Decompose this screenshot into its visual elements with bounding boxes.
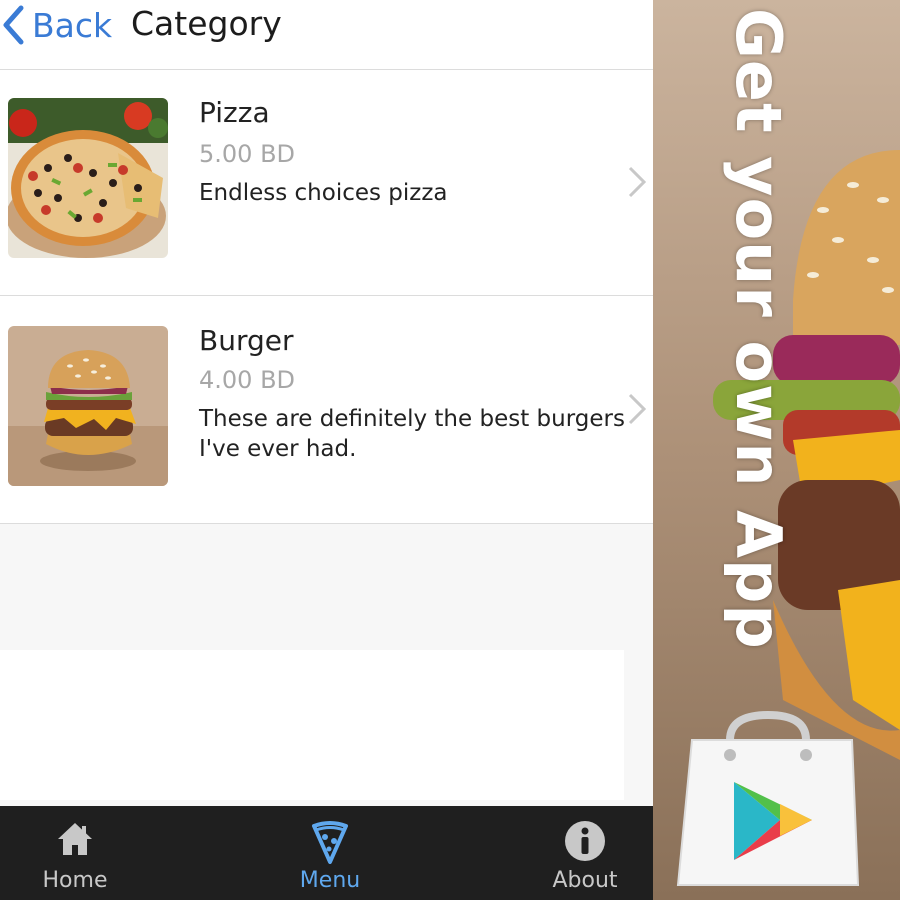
- tab-about[interactable]: About: [525, 806, 645, 900]
- burger-photo: [8, 326, 168, 486]
- tab-home[interactable]: Home: [15, 806, 135, 900]
- list-item-burger[interactable]: Burger 4.00 BD These are definitely the …: [0, 296, 653, 524]
- get-app-banner-text: Get your own App: [722, 8, 795, 650]
- tab-home-label: Home: [42, 868, 108, 893]
- back-button[interactable]: Back: [0, 0, 112, 50]
- app-screen: Back Category Pizza 5.00 BD Endless choi…: [0, 0, 653, 900]
- info-icon: [565, 821, 605, 861]
- pizza-photo: [8, 98, 168, 258]
- list-item-pizza[interactable]: Pizza 5.00 BD Endless choices pizza: [0, 70, 653, 296]
- page-title: Category: [131, 4, 282, 43]
- item-price: 5.00 BD: [199, 140, 296, 168]
- chevron-right-icon: [628, 166, 647, 198]
- item-description: Endless choices pizza: [199, 180, 448, 206]
- empty-content-panel: [0, 650, 624, 800]
- item-description: These are definitely the best burgers I'…: [199, 406, 625, 462]
- back-button-label: Back: [32, 5, 113, 45]
- home-icon: [58, 823, 92, 855]
- item-name: Pizza: [199, 96, 270, 129]
- tab-menu-label: Menu: [299, 868, 361, 893]
- tab-menu[interactable]: Menu: [270, 806, 390, 900]
- tab-about-label: About: [552, 868, 618, 893]
- menu-item-list: Pizza 5.00 BD Endless choices pizza Burg…: [0, 70, 653, 524]
- bottom-tab-bar: Home Menu About: [0, 806, 653, 900]
- pizza-slice-icon: [312, 821, 348, 864]
- chevron-right-icon: [628, 393, 647, 425]
- navigation-header: Back Category: [0, 0, 653, 70]
- chevron-left-icon: [3, 5, 24, 45]
- google-play-bag-icon: [672, 710, 864, 890]
- item-price: 4.00 BD: [199, 366, 296, 394]
- item-name: Burger: [199, 324, 294, 357]
